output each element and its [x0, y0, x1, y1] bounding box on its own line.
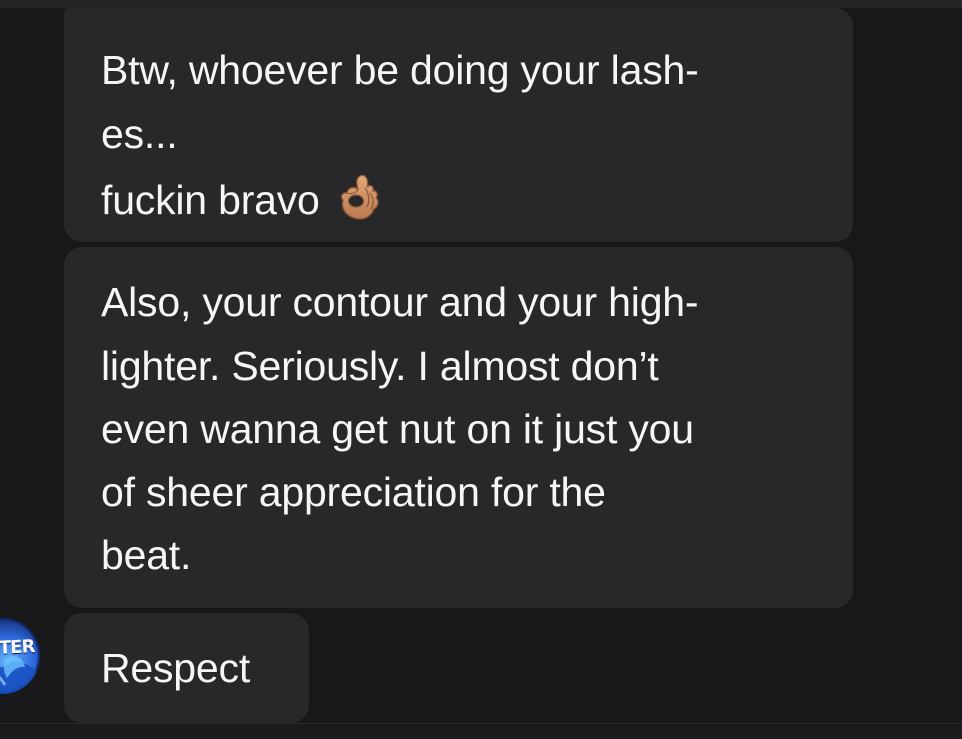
- bottom-divider: [0, 723, 962, 739]
- chat-screen: Btw, whoever be doing your lash- es... f…: [0, 0, 962, 739]
- ok-hand-icon: [336, 170, 386, 224]
- message-line: even wanna get nut on it just you: [101, 406, 694, 452]
- message-line: fuckin bravo: [101, 177, 320, 223]
- top-divider: [0, 0, 962, 8]
- message-line-with-emoji: fuckin bravo: [101, 170, 386, 224]
- message-line: es...: [101, 111, 178, 157]
- message-bubble-3[interactable]: Respect: [64, 613, 309, 723]
- avatar[interactable]: TER: [0, 618, 40, 694]
- message-bubble-1[interactable]: Btw, whoever be doing your lash- es... f…: [64, 8, 853, 242]
- avatar-label: TER: [0, 636, 35, 659]
- message-line: of sheer appreciation for the: [101, 469, 606, 515]
- message-line: lighter. Seriously. I almost don’t: [101, 343, 659, 389]
- message-line: Respect: [101, 645, 251, 691]
- message-line: Also, your contour and your high-: [101, 279, 699, 325]
- message-bubble-2[interactable]: Also, your contour and your high- lighte…: [64, 247, 853, 608]
- message-line: Btw, whoever be doing your lash-: [101, 47, 699, 93]
- message-line: beat.: [101, 532, 192, 578]
